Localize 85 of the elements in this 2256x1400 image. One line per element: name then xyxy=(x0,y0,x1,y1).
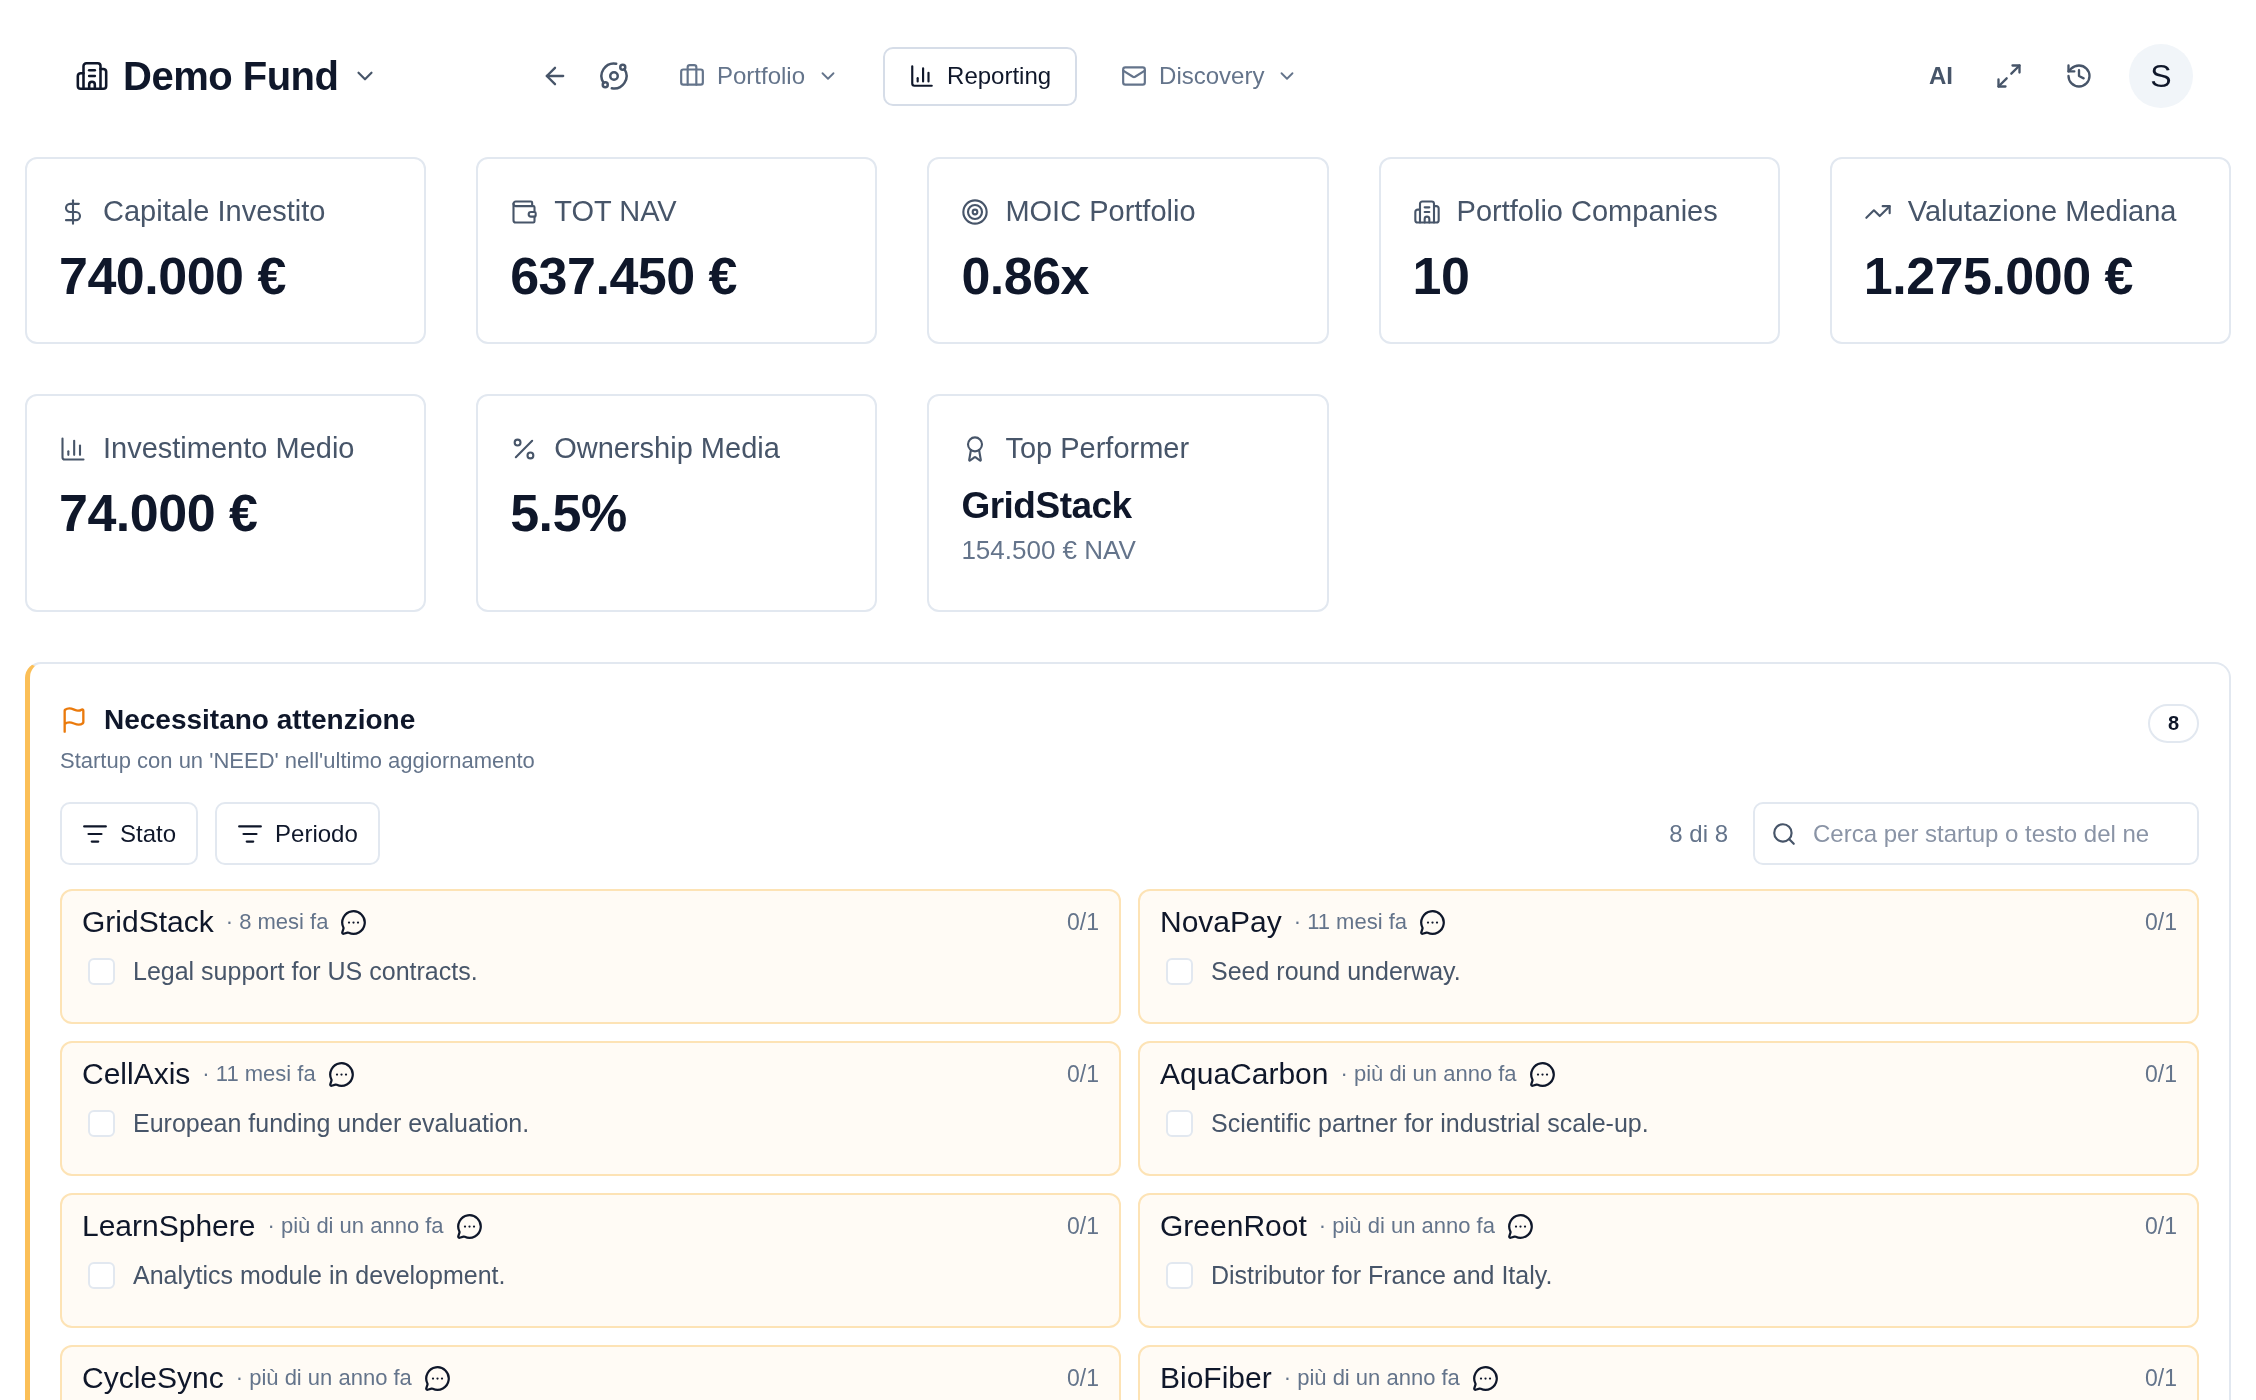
message-icon[interactable] xyxy=(1506,1212,1534,1240)
bar-chart-icon xyxy=(909,63,936,89)
fund-name: Demo Fund xyxy=(123,53,339,99)
progress-count: 0/1 xyxy=(2145,1060,2177,1088)
stat-label: Portfolio Companies xyxy=(1456,195,1718,228)
stat-value: 1.275.000 € xyxy=(1863,246,2134,306)
briefcase-icon xyxy=(679,63,705,89)
startup-name[interactable]: GreenRoot xyxy=(1160,1209,1307,1243)
history-icon xyxy=(2065,62,2093,90)
time-ago: · più di un anno fa xyxy=(267,1213,444,1239)
startup-name[interactable]: CycleSync xyxy=(82,1361,224,1395)
progress-count: 0/1 xyxy=(1067,908,1099,936)
message-icon[interactable] xyxy=(1471,1364,1499,1392)
message-icon[interactable] xyxy=(1528,1060,1556,1088)
progress-count: 0/1 xyxy=(2145,1364,2177,1392)
stat-icon xyxy=(59,434,87,463)
stat-label: TOT NAV xyxy=(554,195,677,228)
message-icon[interactable] xyxy=(327,1060,355,1088)
stat-value: 10 xyxy=(1412,246,1471,306)
progress-count: 0/1 xyxy=(1067,1364,1099,1392)
search-field[interactable]: Cerca per startup o testo del ne xyxy=(1753,802,2199,865)
time-ago: · 11 mesi fa xyxy=(1293,909,1408,935)
checkbox[interactable] xyxy=(88,958,115,985)
stat-label: Ownership Media xyxy=(554,432,780,465)
nav-tab[interactable]: Reporting xyxy=(883,46,1078,106)
progress-count: 0/1 xyxy=(1067,1212,1099,1240)
mail-icon xyxy=(1121,63,1148,89)
need-text: Distributor for France and Italy. xyxy=(1211,1261,1553,1290)
stat-value: 637.450 € xyxy=(510,246,739,306)
startup-name[interactable]: LearnSphere xyxy=(82,1209,256,1243)
search-icon xyxy=(1771,820,1797,847)
time-ago: · più di un anno fa xyxy=(1283,1365,1460,1391)
startup-name[interactable]: NovaPay xyxy=(1160,905,1282,939)
message-icon[interactable] xyxy=(455,1212,483,1240)
stat-label: MOIC Portfolio xyxy=(1005,195,1196,228)
stat-label: Capitale Investito xyxy=(103,195,326,228)
stat-icon xyxy=(961,197,990,226)
startup-name[interactable]: GridStack xyxy=(82,905,214,939)
need-text: European funding under evaluation. xyxy=(133,1109,530,1138)
message-icon[interactable] xyxy=(1419,908,1447,936)
checkbox[interactable] xyxy=(1166,1262,1193,1289)
stat-value: 740.000 € xyxy=(59,246,287,306)
checkbox[interactable] xyxy=(88,1110,115,1137)
message-icon[interactable] xyxy=(340,908,368,936)
stat-value: 5.5% xyxy=(510,483,628,543)
stat-value: 0.86x xyxy=(961,246,1091,306)
need-text: Scientific partner for industrial scale-up. xyxy=(1211,1109,1649,1138)
panel-title: Necessitano attenzione xyxy=(104,704,416,736)
need-text: Legal support for US contracts. xyxy=(133,957,478,986)
orbit-icon xyxy=(599,61,629,91)
search-input[interactable]: Cerca per startup o testo del ne xyxy=(1811,818,2181,849)
stat-subtext: 154.500 € NAV xyxy=(961,535,1137,566)
time-ago: · 8 mesi fa xyxy=(225,909,329,935)
building-icon xyxy=(75,59,109,93)
ai-button[interactable]: AI xyxy=(1923,61,1959,91)
stat-label: Top Performer xyxy=(1005,432,1190,465)
time-ago: · più di un anno fa xyxy=(235,1365,412,1391)
startup-name[interactable]: AquaCarbon xyxy=(1160,1057,1329,1091)
progress-count: 0/1 xyxy=(1067,1060,1099,1088)
checkbox[interactable] xyxy=(88,1262,115,1289)
startup-name[interactable]: CellAxis xyxy=(82,1057,191,1091)
expand-icon xyxy=(1995,62,2023,90)
progress-count: 0/1 xyxy=(2145,908,2177,936)
time-ago: · più di un anno fa xyxy=(1318,1213,1495,1239)
need-text: Analytics module in development. xyxy=(133,1261,506,1290)
progress-count: 0/1 xyxy=(2145,1212,2177,1240)
count-badge: 8 xyxy=(2147,704,2199,743)
need-text: Seed round underway. xyxy=(1211,957,1461,986)
stat-label: Valutazione Mediana xyxy=(1907,195,2177,228)
checkbox[interactable] xyxy=(1166,1110,1193,1137)
panel-subtitle: Startup con un 'NEED' nell'ultimo aggiornamento xyxy=(60,748,535,774)
stat-value: 74.000 € xyxy=(59,483,259,543)
stat-icon xyxy=(1412,197,1441,226)
filter-button[interactable]: Stato xyxy=(60,802,199,865)
checkbox[interactable] xyxy=(1166,958,1193,985)
user-avatar[interactable]: S xyxy=(2129,44,2193,108)
message-icon[interactable] xyxy=(423,1364,451,1392)
filter-button[interactable]: Periodo xyxy=(215,802,380,865)
result-count: 8 di 8 xyxy=(1669,819,1728,848)
stat-icon xyxy=(510,197,539,226)
time-ago: · più di un anno fa xyxy=(1340,1061,1517,1087)
time-ago: · 11 mesi fa xyxy=(202,1061,316,1087)
stat-label: Investimento Medio xyxy=(103,432,355,465)
stat-value: GridStack xyxy=(961,485,1133,527)
startup-name[interactable]: BioFiber xyxy=(1160,1361,1272,1395)
